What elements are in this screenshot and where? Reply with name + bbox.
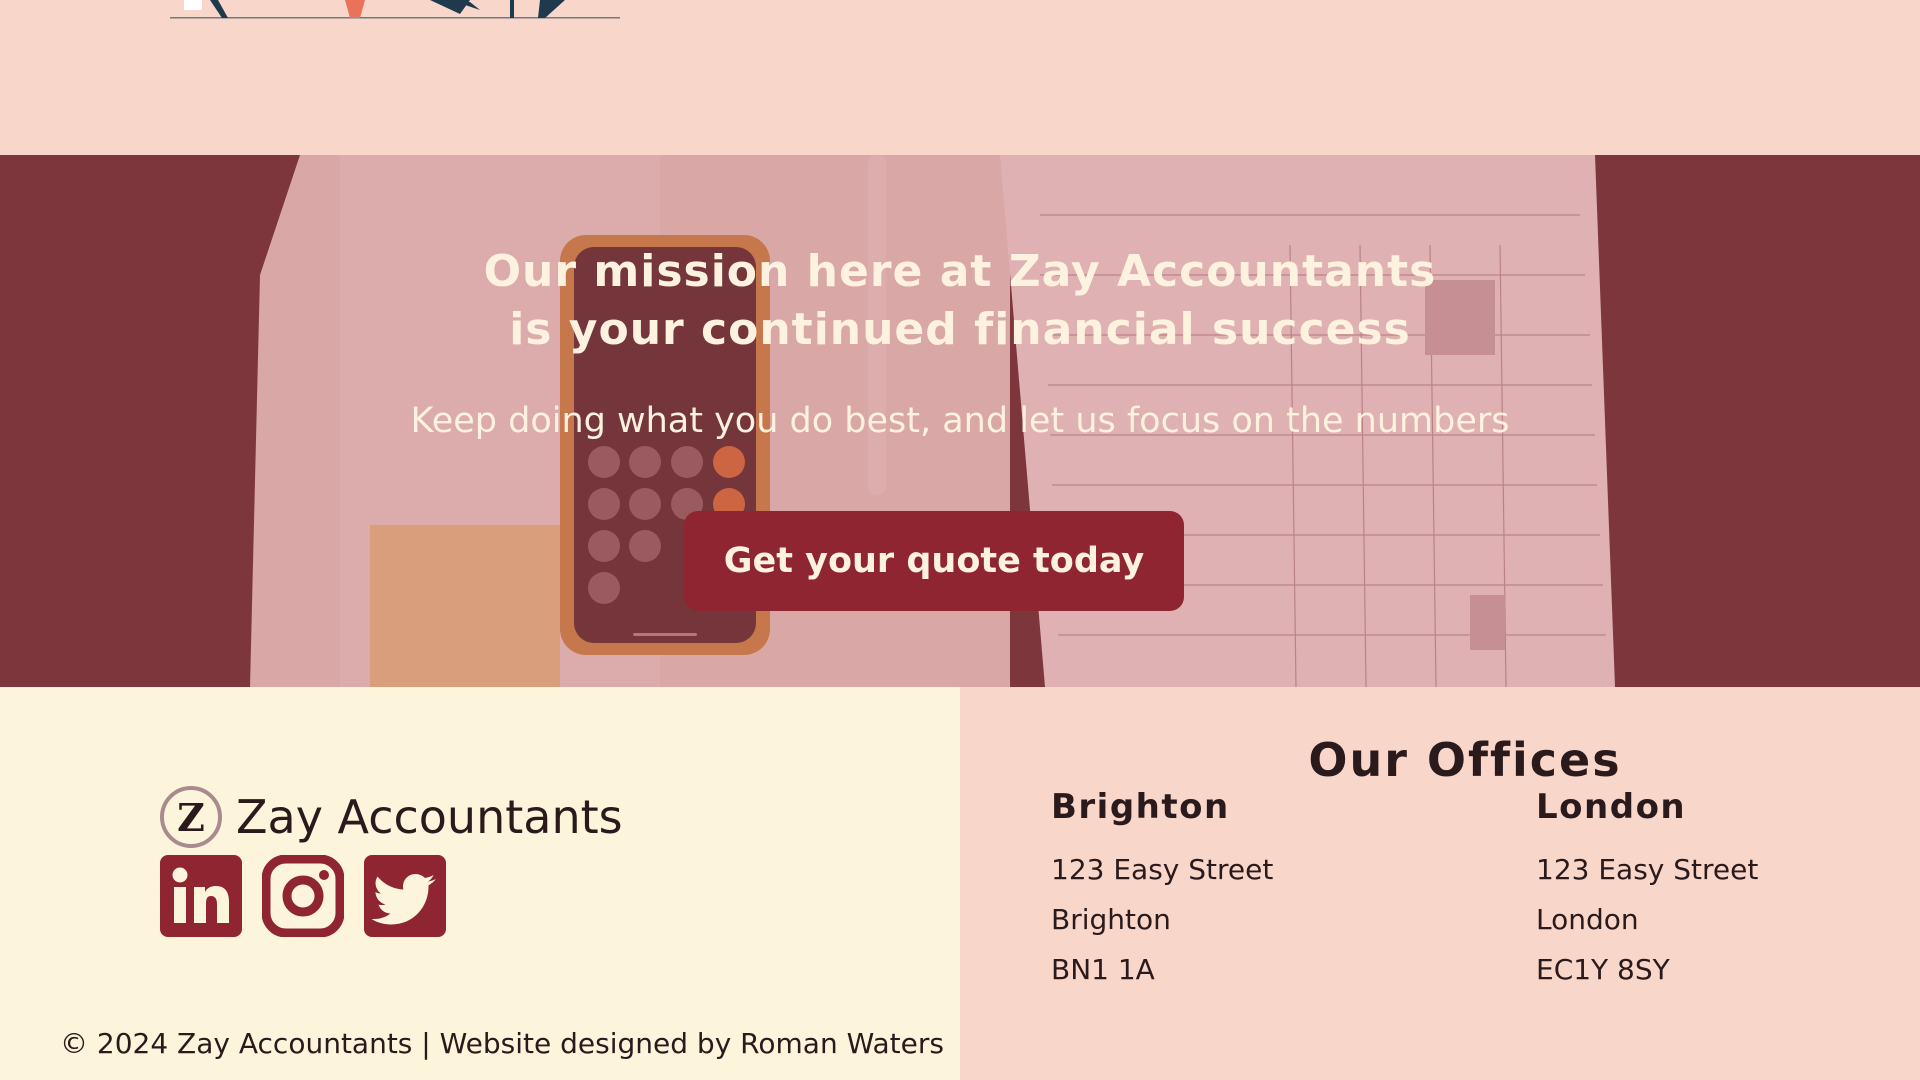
twitter-icon[interactable] — [364, 855, 446, 937]
social-links — [160, 855, 446, 937]
footer-brand-panel: Z Zay Accountants © 2024 Zay Accountants… — [0, 687, 960, 1080]
copyright-text: © 2024 Zay Accountants | Website designe… — [60, 1027, 944, 1060]
logo-z-icon: Z — [160, 786, 222, 848]
brand-logo[interactable]: Z Zay Accountants — [160, 786, 623, 848]
brand-name: Zay Accountants — [236, 790, 623, 844]
offices-title: Our Offices — [1308, 733, 1622, 787]
office-postcode: BN1 1A — [1051, 953, 1155, 986]
office-town: London — [1536, 903, 1639, 936]
office-street: 123 Easy Street — [1051, 853, 1274, 886]
hero-title: Our mission here at Zay Accountants is y… — [360, 243, 1560, 359]
offices-panel: Our Offices Brighton 123 Easy Street Bri… — [960, 687, 1920, 1080]
office-brighton: Brighton 123 Easy Street Brighton BN1 1A — [1051, 787, 1451, 995]
hero-section: Our mission here at Zay Accountants is y… — [0, 155, 1920, 687]
linkedin-icon[interactable] — [160, 855, 242, 937]
office-town: Brighton — [1051, 903, 1171, 936]
get-quote-button[interactable]: Get your quote today — [684, 511, 1184, 611]
top-strip — [0, 0, 1920, 155]
hero-subtitle: Keep doing what you do best, and let us … — [410, 401, 1510, 441]
office-london: London 123 Easy Street London EC1Y 8SY — [1536, 787, 1920, 995]
office-street: 123 Easy Street — [1536, 853, 1759, 886]
instagram-icon[interactable] — [262, 855, 344, 937]
office-postcode: EC1Y 8SY — [1536, 953, 1670, 986]
hero-title-line-2: is your continued financial success — [509, 304, 1411, 355]
decorative-illustration — [170, 0, 620, 19]
office-city: London — [1536, 787, 1687, 827]
hero-content: Our mission here at Zay Accountants is y… — [0, 155, 1920, 687]
office-city: Brighton — [1051, 787, 1230, 827]
hero-title-line-1: Our mission here at Zay Accountants — [483, 246, 1437, 297]
